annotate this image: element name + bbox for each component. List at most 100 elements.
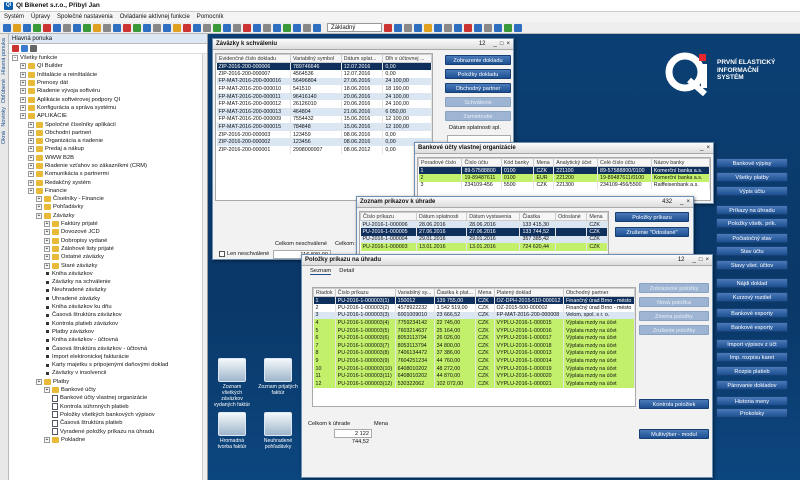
table-row[interactable]: ZIP-2016-200-000006 789746646 12.07.2016 0,… xyxy=(216,62,432,71)
column-header[interactable]: Variabilný sy... xyxy=(394,288,435,297)
expand-icon[interactable]: + xyxy=(20,80,26,87)
tab-list[interactable]: Seznam xyxy=(310,268,332,275)
expand-icon[interactable]: + xyxy=(28,138,34,145)
menu-help[interactable]: Pomocník xyxy=(197,14,224,20)
toolbar-button-icon[interactable] xyxy=(133,23,141,32)
table-row[interactable]: 2 PU-2016-1-000003(2) 4578922232 1 542 519,… xyxy=(313,304,635,312)
tree-node[interactable]: + Financie xyxy=(9,187,207,195)
table-row[interactable]: 12 PU-2016-1-000003(12) 530322062 102 072,0… xyxy=(313,380,635,388)
tree-node[interactable]: + Obchodní partneri xyxy=(9,129,207,137)
bank-action-button[interactable]: Prokolsky xyxy=(716,408,788,418)
tree-node[interactable]: Časová štruktúra záväzkov - účtovná xyxy=(9,344,207,352)
table-row[interactable]: 4 PU-2016-1-000003(4) 7759234142 22 745,00 C… xyxy=(313,319,635,327)
expand-icon[interactable]: + xyxy=(44,254,50,261)
find-icon[interactable] xyxy=(30,45,37,52)
toolbar-button-icon[interactable] xyxy=(173,23,181,32)
tree-node[interactable]: + Inštalácie a reinštalácie xyxy=(9,71,207,79)
tree-node[interactable]: Položky všetkých bankových výpisov xyxy=(9,411,207,419)
toolbar-button-icon[interactable] xyxy=(83,23,91,32)
tree-node[interactable]: Časová štruktúra platieb xyxy=(9,419,207,427)
order-items-grid[interactable]: Riadok Číslo príkazu Variabilný sy... Čiast… xyxy=(312,287,636,407)
toolbar-button-icon[interactable] xyxy=(303,23,311,32)
item-action-button[interactable]: Nová položka xyxy=(639,297,709,307)
toolbar-button-icon[interactable] xyxy=(424,23,432,32)
expand-icon[interactable]: + xyxy=(44,237,50,244)
column-header[interactable]: Kód banky xyxy=(500,158,535,167)
toolbar-button-icon[interactable] xyxy=(113,23,121,32)
toolbar-button-icon[interactable] xyxy=(253,23,261,32)
expand-icon[interactable]: + xyxy=(28,179,34,186)
column-header[interactable]: Platený doklad xyxy=(493,288,565,297)
minimize-icon[interactable]: _ xyxy=(494,41,497,47)
bank-action-button[interactable]: Imp. rozpisu karet xyxy=(716,352,788,362)
liability-action-button[interactable]: Zobrazenie dokladu xyxy=(445,55,511,65)
desk-icon-all-liabilities[interactable]: Zoznam všetkých záväzkov vydaných faktúr xyxy=(212,358,252,408)
toolbar-button-icon[interactable] xyxy=(464,23,472,32)
refresh-icon[interactable] xyxy=(21,45,28,52)
toolbar-button-icon[interactable] xyxy=(123,23,131,32)
toolbar-button-icon[interactable] xyxy=(183,23,191,32)
maximize-icon[interactable]: □ xyxy=(699,257,703,263)
table-row[interactable]: FP-MAT-2016-200-000013 464804 21.06.2016 6 … xyxy=(216,108,432,116)
tree-node[interactable]: + QI Builder xyxy=(9,62,207,70)
toolbar-button-icon[interactable] xyxy=(494,23,502,32)
column-header[interactable]: Číslo účtu xyxy=(461,158,502,167)
close-icon[interactable]: × xyxy=(705,257,709,263)
tree-node[interactable]: + WWW B2B xyxy=(9,154,207,162)
column-header[interactable]: Obchodný partner xyxy=(563,288,635,297)
collapse-icon[interactable] xyxy=(12,45,19,52)
close-icon[interactable]: × xyxy=(686,199,690,205)
tree-node[interactable]: + Redakčný systém xyxy=(9,178,207,186)
tree-node[interactable]: − Všetky funkcie xyxy=(9,54,207,62)
table-row[interactable]: 9 PU-2016-1-000003(9) 7604251234 44 760,00 C… xyxy=(313,357,635,365)
column-header[interactable]: Číslo príkazu xyxy=(360,212,417,221)
toolbar-button-icon[interactable] xyxy=(504,23,512,32)
liabilities-grid[interactable]: Evidenčné číslo dokladu Variabilný symbol… xyxy=(215,53,433,201)
table-row[interactable]: 10 PU-2016-1-000003(10) 6408010202 48 272,0… xyxy=(313,364,635,373)
tree-node[interactable]: + Prenosy dát xyxy=(9,79,207,87)
table-row[interactable]: 11 PU-2016-1-000003(11) 6408010202 44 870,0… xyxy=(313,372,635,381)
bank-action-button[interactable]: Počiatočný stav xyxy=(716,233,788,243)
toolbar-button-icon[interactable] xyxy=(213,23,221,32)
desk-icon-received-invoices[interactable]: Zoznam prijatých faktúr xyxy=(258,358,298,403)
expand-icon[interactable]: + xyxy=(36,196,42,203)
tree-node[interactable]: Uhradené záväzky xyxy=(9,295,207,303)
column-header[interactable]: Variabilný symbol xyxy=(289,54,342,63)
tree-node[interactable]: Kontrola platieb záväzkov xyxy=(9,320,207,328)
tree-node[interactable]: Kniha záväzkov - účtovná xyxy=(9,336,207,344)
toolbar-button-icon[interactable] xyxy=(444,23,452,32)
toolbar-button-icon[interactable] xyxy=(233,23,241,32)
expand-icon[interactable]: + xyxy=(28,129,34,136)
toolbar-button-icon[interactable] xyxy=(153,23,161,32)
bank-action-button[interactable]: Stav účtu xyxy=(716,246,788,256)
bank-action-button[interactable]: Príkazy na úhradu xyxy=(716,205,788,215)
toolbar-button-icon[interactable] xyxy=(43,23,51,32)
table-row[interactable]: FP-MAT-2016-200-000015 784848 15.06.2016 12… xyxy=(216,123,432,131)
table-row[interactable]: 1 PU-2016-1-000003(1) 150012 139 755,00 CZK O… xyxy=(313,296,635,305)
column-header[interactable]: Názov banky xyxy=(650,158,710,167)
expand-icon[interactable]: + xyxy=(44,229,50,236)
tree-node[interactable]: Bankové účty vlastnej organizácie xyxy=(9,394,207,402)
bank-action-button[interactable]: Nájdi doklad xyxy=(716,278,788,288)
tree-node[interactable]: Kniha záväzkov ku dňu xyxy=(9,303,207,311)
table-row[interactable]: FP-MAT-2016-200-000009 7554432 15.06.2016 1… xyxy=(216,115,432,124)
toolbar-button-icon[interactable] xyxy=(103,23,111,32)
tree-node[interactable]: + Bankové účty xyxy=(9,386,207,394)
column-header[interactable]: Mena xyxy=(533,158,555,167)
expand-icon[interactable]: + xyxy=(36,378,42,385)
column-header[interactable]: Dátum splatnosti xyxy=(415,212,468,221)
table-row[interactable]: 8 PU-2016-1-000003(8) 7406134472 37 386,00 C… xyxy=(313,349,635,358)
column-header[interactable]: Evidenčné číslo dokladu xyxy=(216,54,291,63)
toolbar-button-icon[interactable] xyxy=(454,23,462,32)
toolbar-button-icon[interactable] xyxy=(283,23,291,32)
expand-icon[interactable]: + xyxy=(20,88,26,95)
tree-node[interactable]: Kontrola súhrnných platieb xyxy=(9,402,207,411)
only-unapproved-checkbox[interactable] xyxy=(219,251,225,257)
toolbar-button-icon[interactable] xyxy=(93,23,101,32)
order-items-button[interactable]: Položky príkazu xyxy=(615,212,689,222)
table-row[interactable]: ZIP-2016-200-000001 2998000007 08.06.2012 0… xyxy=(216,146,432,154)
toolbar-button-icon[interactable] xyxy=(484,23,492,32)
tab-windows[interactable]: Okná xyxy=(1,131,7,144)
column-header[interactable]: Celé číslo účtu xyxy=(597,158,652,167)
bank-action-button[interactable]: Párovanie dokladov xyxy=(716,380,788,390)
